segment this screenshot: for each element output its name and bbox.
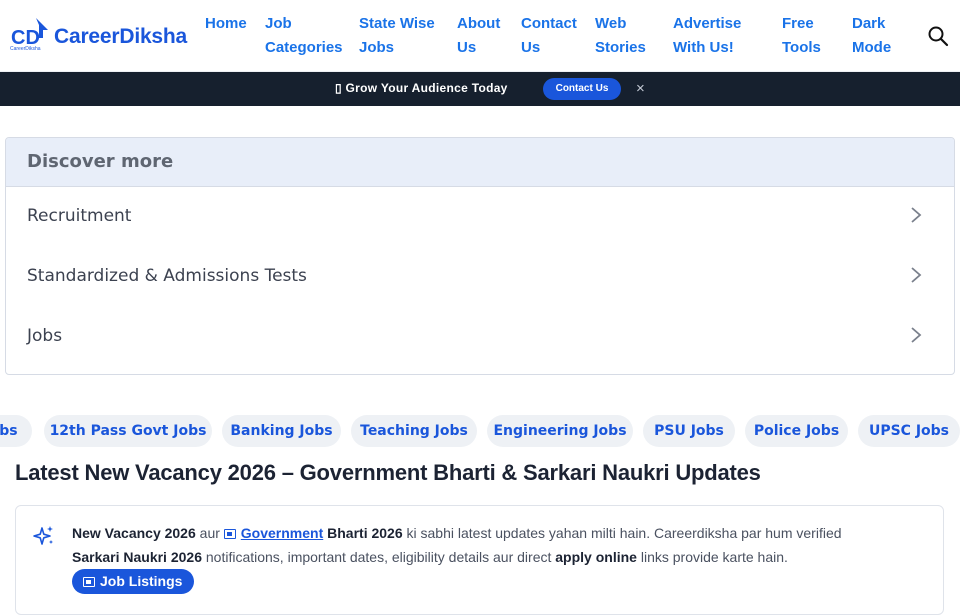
nav-dark-mode[interactable]: Dark Mode [852, 12, 891, 60]
intro-bold-sarkari: Sarkari Naukri 2026 [72, 549, 202, 565]
intro-bold-bharti: Bharti 2026 [323, 525, 403, 541]
nav-label-line1: Web [595, 15, 627, 32]
nav-label-line2: Jobs [359, 39, 395, 56]
close-icon[interactable]: × [636, 80, 645, 98]
site-header: CD CareerDiksha CareerDiksha Home Job Ca… [0, 0, 960, 72]
nav-job-categories[interactable]: Job Categories [265, 12, 343, 60]
newspaper-icon [83, 577, 95, 587]
nav-label-line1: About [457, 15, 501, 32]
intro-text: notifications, important dates, eligibil… [201, 549, 556, 565]
nav-label-line1: Dark [852, 15, 886, 32]
chip-police-jobs[interactable]: Police Jobs [745, 415, 848, 447]
government-link[interactable]: Government [241, 525, 323, 541]
intro-text: ki sabhi latest updates yahan milti hain… [402, 525, 842, 541]
nav-label-line2: Mode [852, 39, 892, 56]
intro-bold-vacancy: New Vacancy 2026 [72, 525, 196, 541]
job-listings-button[interactable]: Job Listings [72, 569, 194, 594]
nav-label-line1: Contact [521, 15, 577, 32]
promo-contact-button[interactable]: Contact Us [543, 78, 621, 100]
promo-text: ▯ Grow Your Audience Today [335, 81, 508, 95]
intro-text: aur [195, 525, 224, 541]
nav-label-line1: Free [782, 15, 814, 32]
nav-label-line2: Tools [782, 39, 821, 56]
site-logo[interactable]: CD CareerDiksha CareerDiksha [10, 16, 188, 56]
chip-banking-jobs[interactable]: Banking Jobs [222, 415, 341, 447]
discover-more-panel: Discover more Recruitment Standardized &… [5, 137, 955, 375]
nav-label-line1: Job [265, 15, 292, 32]
nav-state-wise-jobs[interactable]: State Wise Jobs [359, 12, 435, 60]
discover-item-jobs[interactable]: Jobs [6, 307, 954, 367]
nav-label-line2: With Us! [673, 39, 734, 56]
chip-upsc-jobs[interactable]: UPSC Jobs [858, 415, 960, 447]
nav-label-line2: Stories [595, 39, 646, 56]
discover-item-label: Recruitment [27, 206, 132, 226]
intro-line-2: Sarkari Naukri 2026 notifications, impor… [72, 547, 788, 567]
chevron-right-icon [911, 267, 922, 283]
chip-12th-pass-govt-jobs[interactable]: 12th Pass Govt Jobs [44, 415, 212, 447]
nav-contact-us[interactable]: Contact Us [521, 12, 577, 60]
nav-home[interactable]: Home [205, 12, 247, 36]
nav-label-line2: Categories [265, 39, 343, 56]
nav-about-us[interactable]: About Us [457, 12, 500, 60]
page-title: Latest New Vacancy 2026 – Government Bha… [15, 460, 761, 485]
nav-advertise[interactable]: Advertise With Us! [673, 12, 741, 60]
nav-label-line1: State Wise [359, 15, 435, 32]
nav-label-line2: Us [457, 39, 477, 56]
chip-jobs[interactable]: Jobs [0, 415, 32, 447]
discover-header: Discover more [6, 138, 954, 187]
intro-line-1: New Vacancy 2026 aur Government Bharti 2… [72, 523, 842, 543]
promo-bar: ▯ Grow Your Audience Today [0, 72, 960, 106]
chip-teaching-jobs[interactable]: Teaching Jobs [351, 415, 477, 447]
discover-item-tests[interactable]: Standardized & Admissions Tests [6, 247, 954, 307]
logo-text: CareerDiksha [54, 25, 188, 48]
chip-engineering-jobs[interactable]: Engineering Jobs [487, 415, 633, 447]
nav-label-line2: Us [521, 39, 541, 56]
discover-title: Discover more [27, 151, 174, 172]
sparkle-icon [33, 526, 53, 545]
discover-item-label: Jobs [27, 326, 63, 346]
nav-web-stories[interactable]: Web Stories [595, 12, 646, 60]
intro-bold-apply: apply online [555, 549, 637, 565]
discover-item-label: Standardized & Admissions Tests [27, 266, 307, 286]
logo-subtext: CareerDiksha [10, 46, 41, 52]
nav-free-tools[interactable]: Free Tools [782, 12, 821, 60]
search-icon[interactable] [926, 24, 950, 48]
chevron-right-icon [911, 207, 922, 223]
nav-label-line1: Advertise [673, 15, 742, 32]
nav-home-label: Home [205, 15, 247, 32]
chip-psu-jobs[interactable]: PSU Jobs [643, 415, 735, 447]
discover-item-recruitment[interactable]: Recruitment [6, 187, 954, 247]
chevron-right-icon [911, 327, 922, 343]
newspaper-icon [223, 529, 236, 539]
job-listings-label: Job Listings [100, 573, 183, 589]
intro-text: links provide karte hain. [636, 549, 788, 565]
